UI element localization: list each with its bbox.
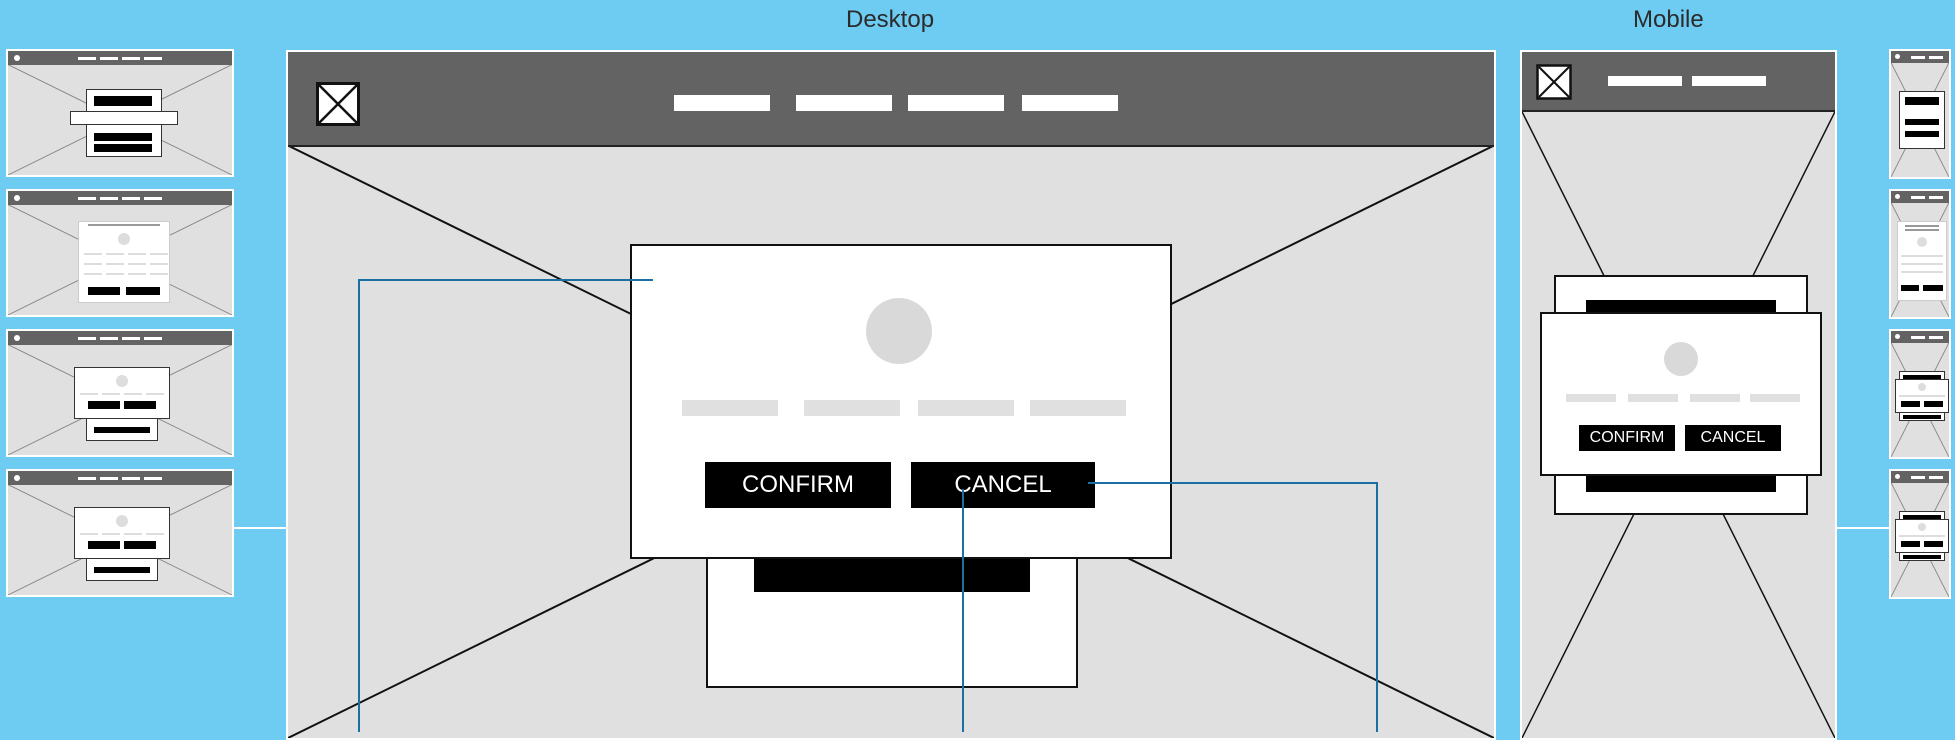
desktop-frame: CONFIRM CANCEL: [286, 50, 1496, 740]
confirm-button[interactable]: CONFIRM: [704, 461, 892, 509]
text-line-3: [918, 400, 1014, 416]
right-thumbnail-1[interactable]: [1889, 49, 1951, 179]
nav-item-2[interactable]: [796, 95, 892, 111]
mobile-nav-item-2[interactable]: [1692, 76, 1766, 86]
annotation-line-cancel-v: [962, 489, 964, 732]
desktop-label: Desktop: [846, 6, 935, 33]
left-thumbnail-3[interactable]: [6, 329, 234, 457]
right-thumbnail-3[interactable]: [1889, 329, 1951, 459]
mobile-image-placeholder-icon: [1536, 64, 1572, 100]
right-thumbnail-2[interactable]: [1889, 189, 1951, 319]
text-line-1: [682, 400, 778, 416]
left-thumbnail-4[interactable]: [6, 469, 234, 597]
cancel-button[interactable]: CANCEL: [910, 461, 1096, 509]
annotation-line-cancel-v2: [1376, 482, 1378, 732]
nav-item-1[interactable]: [674, 95, 770, 111]
mobile-thumbnail-connector: [1837, 527, 1889, 529]
mobile-confirm-button[interactable]: CONFIRM: [1578, 424, 1676, 452]
annotation-line-cancel-h: [1088, 482, 1378, 484]
text-line-4: [1030, 400, 1126, 416]
mobile-text-line-1: [1566, 394, 1616, 402]
left-thumbnail-1[interactable]: [6, 49, 234, 177]
image-placeholder-icon: [316, 82, 360, 126]
mobile-cancel-button[interactable]: CANCEL: [1684, 424, 1782, 452]
nav-item-4[interactable]: [1022, 95, 1118, 111]
mobile-frame: CONFIRM CANCEL: [1520, 50, 1837, 740]
left-thumbnail-2[interactable]: [6, 189, 234, 317]
mobile-bar-bottom: [1586, 474, 1776, 492]
annotation-line-modal-h: [358, 279, 653, 281]
thumbnail-connector: [234, 527, 286, 529]
mobile-text-line-4: [1750, 394, 1800, 402]
mobile-text-line-3: [1690, 394, 1740, 402]
right-thumbnail-4[interactable]: [1889, 469, 1951, 599]
mobile-nav-item-1[interactable]: [1608, 76, 1682, 86]
annotation-line-modal-v: [358, 279, 360, 732]
mobile-text-line-2: [1628, 394, 1678, 402]
avatar: [866, 298, 932, 364]
mobile-label: Mobile: [1633, 6, 1704, 33]
text-line-2: [804, 400, 900, 416]
mobile-avatar: [1664, 342, 1698, 376]
nav-item-3[interactable]: [908, 95, 1004, 111]
